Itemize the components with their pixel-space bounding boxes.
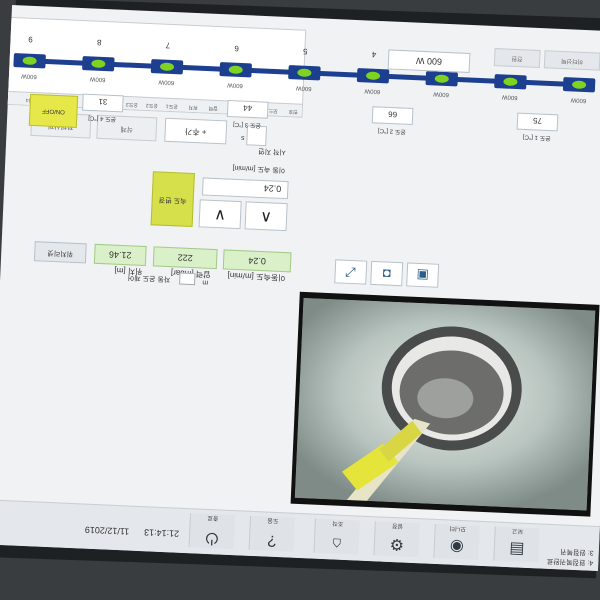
heater-power-label: 600W <box>501 93 517 100</box>
video-icon: ▣ <box>416 267 430 284</box>
heater-select-button[interactable]: 히터선택 <box>543 50 600 71</box>
heater-chain: 1600W2600W3600W4600W5600W6600W7600W8600W… <box>13 35 596 103</box>
heater-power-label: 600W <box>21 72 37 79</box>
temperature-value: 44 <box>243 103 253 112</box>
auto-temp-label: 자동 온도 제어 <box>127 273 171 283</box>
temperature-label: 온도 4 [°C] <box>88 114 116 122</box>
monitor-button[interactable]: ◉ 모니터 <box>433 523 480 560</box>
temperature-readouts: 75 온도 1 [°C] 66 온도 2 [°C] 44 온도 3 [°C] 31 온도 4 … <box>82 93 559 142</box>
gear-icon: ⚙ <box>389 534 405 553</box>
heater-power-label: 600W <box>570 96 586 103</box>
clock-time: 21:14:13 <box>143 527 180 539</box>
power-icon: ⏻ <box>205 528 219 547</box>
report-button-2[interactable]: ▤ 보고 <box>493 526 540 563</box>
record-button[interactable]: ▣ <box>406 262 440 288</box>
heater-zone-number: 4 <box>371 50 376 59</box>
expand-icon: ⤢ <box>345 264 357 281</box>
auto-temp-input[interactable] <box>179 272 196 286</box>
temperature-label: 온도 2 [°C] <box>378 127 406 135</box>
heater-power-label: 600W <box>89 75 105 82</box>
temperature-value: 75 <box>532 116 542 125</box>
control-button[interactable]: ⌂ 조작 <box>313 518 360 555</box>
temperature-value: 66 <box>387 109 397 118</box>
heater-power-label: 600W <box>433 90 449 97</box>
expand-view-button[interactable]: ⤢ <box>334 259 368 285</box>
settings-button[interactable]: ⚙ 설정 <box>373 521 420 558</box>
power-total-readout: 600 W <box>387 49 471 73</box>
auto-temp-unit: m <box>202 278 209 286</box>
heater-power-button[interactable]: 전원 <box>493 48 541 69</box>
hmi-screen: ▤보고 ◉모니터 ⚙설정 ⌂조작 ▤보고 ?도움 ⏻종료 21:14:13 11… <box>0 4 600 572</box>
heater-zone-number: 9 <box>28 35 33 44</box>
temperature-value: 31 <box>98 97 108 106</box>
heater-zone-number: 6 <box>234 44 239 53</box>
mouse-icon: ⌂ <box>331 534 343 552</box>
camera-panel <box>290 291 600 517</box>
heater-power-label: 600W <box>227 81 243 88</box>
help-icon: ? <box>267 531 277 549</box>
pipe-view-image <box>294 297 596 511</box>
heater-power-label: 600W <box>158 78 174 85</box>
camera-feed <box>294 297 596 511</box>
heater-zone-number: 5 <box>302 47 307 56</box>
heater-power-label: 600W <box>295 84 311 91</box>
clock-date: 11/12/2019 <box>84 524 130 537</box>
status-notice: 4: 원점복귀완료 3: 원점복귀 <box>546 547 594 566</box>
camera-icon: ◘ <box>382 266 391 282</box>
heater-strip-diagram: 1600W2600W3600W4600W5600W6600W7600W8600W… <box>13 35 596 142</box>
help-button[interactable]: ? 도움 <box>248 515 295 552</box>
heater-zone-number: 7 <box>165 41 170 50</box>
document-icon: ▤ <box>508 540 525 558</box>
heater-power-label: 600W <box>364 87 380 94</box>
eye-icon: ◉ <box>449 537 465 556</box>
temperature-label: 온도 1 [°C] <box>522 133 550 141</box>
snapshot-button[interactable]: ◘ <box>370 260 404 287</box>
power-button[interactable]: ⏻ 종료 <box>188 513 236 550</box>
heater-zone-number: 8 <box>96 38 101 47</box>
heater-onoff-button[interactable]: ON/OFF <box>28 93 79 128</box>
temperature-label: 온도 3 [°C] <box>233 121 261 129</box>
photo-frame: ▤보고 ◉모니터 ⚙설정 ⌂조작 ▤보고 ?도움 ⏻종료 21:14:13 11… <box>0 0 600 600</box>
